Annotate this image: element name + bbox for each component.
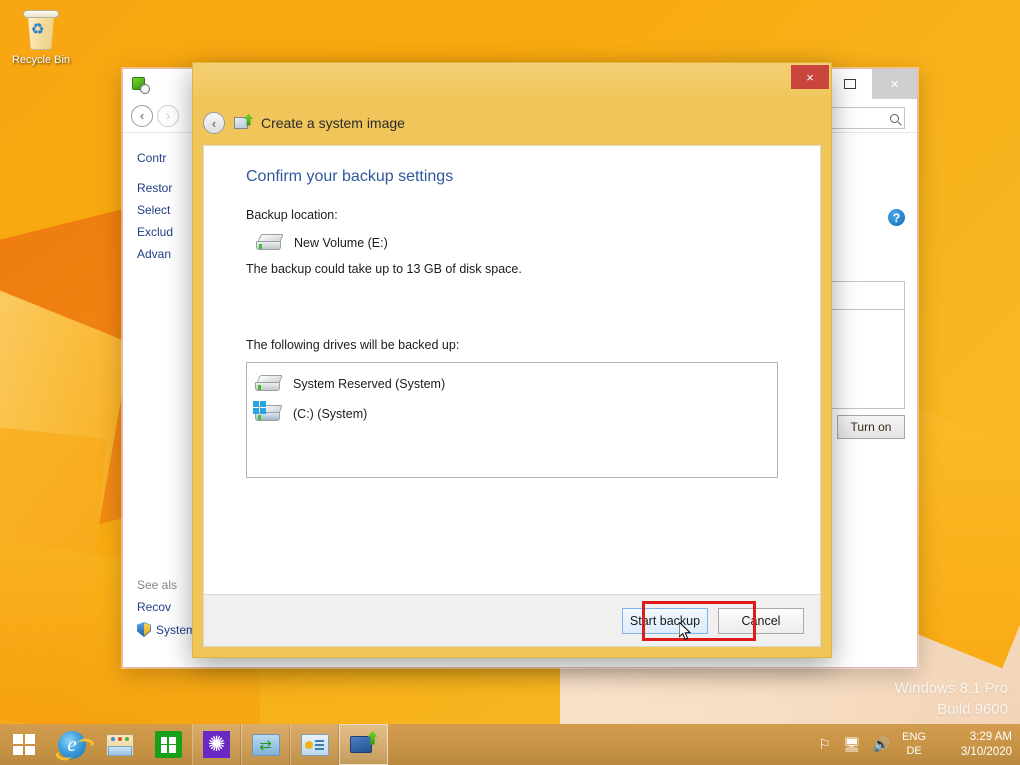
disk-space-text: The backup could take up to 13 GB of dis…	[246, 262, 522, 276]
taskbar-item-system-image-backup[interactable]	[339, 724, 388, 765]
hard-disk-icon	[256, 234, 284, 252]
recycle-bin-label: Recycle Bin	[11, 54, 71, 66]
drive-name: System Reserved (System)	[293, 377, 446, 391]
watermark-build: Build 9600	[937, 701, 1008, 719]
sync-icon: ⇄	[251, 733, 280, 756]
dialog-footer: Start backup Cancel	[203, 595, 821, 647]
desktop[interactable]: ♻ Recycle Bin × ‹ › ? Contr Restor Selec…	[0, 0, 1020, 765]
watermark-edition: Windows 8.1 Pro	[894, 679, 1008, 697]
drive-name: (C:) (System)	[293, 407, 368, 421]
backup-location-row: New Volume (E:)	[204, 234, 820, 252]
backup-restore-icon	[132, 76, 150, 94]
forward-button[interactable]: ›	[157, 104, 179, 127]
list-item[interactable]: (C:) (System)	[253, 401, 777, 423]
close-button[interactable]: ×	[872, 69, 917, 99]
file-explorer-icon	[106, 733, 134, 756]
search-icon	[890, 113, 899, 123]
system-image-backup-icon	[349, 730, 378, 757]
turn-on-button[interactable]: Turn on	[837, 415, 905, 439]
taskbar-item-sync[interactable]: ⇄	[241, 724, 290, 765]
clock[interactable]: 3:29 AM 3/10/2020	[938, 730, 1012, 759]
shield-icon	[137, 622, 151, 637]
taskbar-item-store[interactable]	[144, 724, 192, 765]
back-button[interactable]: ‹	[131, 104, 153, 127]
dialog-titlebar[interactable]: ×	[193, 63, 831, 101]
clock-time: 3:29 AM	[969, 731, 1012, 744]
dialog-title: Create a system image	[261, 115, 405, 131]
windows-disk-icon	[253, 401, 283, 423]
system-image-icon	[234, 113, 253, 132]
gear-icon: ✺	[203, 731, 230, 758]
recycle-bin-icon: ♻	[20, 8, 62, 52]
windows-watermark: Windows 8.1 Pro Build 9600	[895, 678, 1008, 722]
backup-location-label: Backup location:	[246, 208, 338, 222]
hard-disk-icon	[255, 375, 283, 393]
system-tray[interactable]: ⚐ 🖥 🔊 ENG DE 3:29 AM 3/10/2020	[818, 724, 1020, 765]
windows-logo-icon	[13, 734, 35, 755]
start-button[interactable]	[0, 724, 48, 765]
network-icon[interactable]: 🖥	[843, 736, 861, 753]
language-line-1: ENG	[902, 730, 926, 743]
dialog-heading: Confirm your backup settings	[246, 168, 454, 185]
drive-list[interactable]: System Reserved (System) (C:) (System)	[246, 362, 778, 478]
maximize-button[interactable]	[827, 69, 872, 99]
control-panel-icon	[300, 733, 329, 756]
cancel-button[interactable]: Cancel	[718, 607, 804, 634]
dialog-close-button[interactable]: ×	[791, 65, 829, 89]
internet-explorer-icon: e	[58, 730, 86, 759]
taskbar-item-file-explorer[interactable]	[96, 724, 144, 765]
store-icon	[154, 731, 182, 758]
drives-label: The following drives will be backed up:	[246, 338, 460, 352]
dialog-header: ‹ Create a system image	[193, 101, 831, 145]
action-center-flag-icon[interactable]: ⚐	[818, 736, 831, 753]
list-item[interactable]: System Reserved (System)	[255, 375, 777, 393]
see-also-item-system-label: System	[156, 622, 197, 637]
taskbar[interactable]: e ✺ ⇄ ⚐ 🖥 🔊 ENG DE 3:29 AM 3/10/2020	[0, 724, 1020, 765]
language-indicator[interactable]: ENG DE	[902, 731, 926, 759]
create-system-image-dialog[interactable]: × ‹ Create a system image Confirm your b…	[192, 62, 832, 658]
start-backup-button[interactable]: Start backup	[622, 607, 708, 634]
dialog-content: Confirm your backup settings Backup loca…	[203, 145, 821, 595]
backup-location-value: New Volume (E:)	[294, 236, 388, 250]
window-controls[interactable]: ×	[827, 69, 917, 99]
clock-date: 3/10/2020	[960, 745, 1012, 758]
taskbar-item-settings[interactable]: ✺	[192, 724, 241, 765]
taskbar-item-internet-explorer[interactable]: e	[48, 724, 96, 765]
dialog-back-button[interactable]: ‹	[203, 112, 225, 134]
taskbar-item-control-panel[interactable]	[290, 724, 339, 765]
language-line-2: DE	[906, 744, 922, 757]
desktop-icon-recycle-bin[interactable]: ♻ Recycle Bin	[6, 6, 76, 67]
volume-icon[interactable]: 🔊	[873, 736, 890, 753]
